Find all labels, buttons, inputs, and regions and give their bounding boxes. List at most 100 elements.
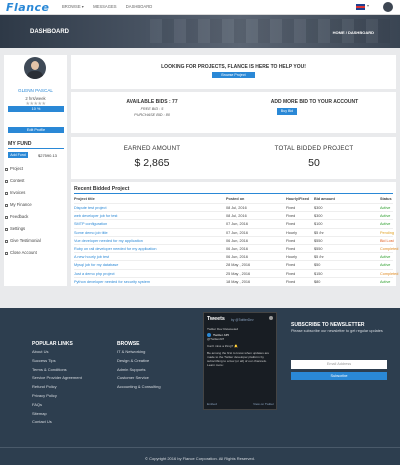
footer-link[interactable]: Accounting & Consulting [117,383,161,392]
footer-link[interactable]: IT & Networking [117,348,161,357]
header-type: Hourly/Fixed [286,197,309,201]
header-posted: Posted on [226,197,245,201]
language-flag-icon[interactable] [356,4,365,10]
twitter-widget[interactable]: Tweets by @TwitterDev Twitter Dev Retwee… [203,312,277,410]
sidebar-item-testimonial[interactable]: Give Testimonial [5,235,65,247]
bid-amount: $150 [314,271,323,276]
status-badge: Active [380,222,391,227]
embed-link[interactable]: Embed [207,402,217,406]
bid-amount: $5 /hr [314,230,324,235]
bid-amount: $5 /hr [314,255,324,260]
sidebar-item-close-account[interactable]: Close Account [5,247,65,259]
looking-for-projects-panel: LOOKING FOR PROJECTS, FLANCE IS HERE TO … [71,55,396,89]
table-header: Project title Posted on Hourly/Fixed Bid… [74,195,393,203]
table-row[interactable]: Just a demo php project 25 May , 2016 Fixe… [74,268,398,277]
status-badge: Active [380,214,391,219]
footer-link[interactable]: Service Provider Agreement [32,374,82,383]
profile-progress-bar: 10 % [8,106,64,112]
project-title-link[interactable]: Vue developer needed for my application [74,239,143,243]
sidebar-item-feedback[interactable]: Feedback [5,211,65,223]
edit-profile-button[interactable]: Edit Profile [8,127,64,133]
table-title: Recent Bidded Project [74,186,130,192]
divider [74,193,393,194]
add-fund-button[interactable]: Add Fund [8,152,28,158]
popular-links-list: About Us Success Tips Terms & Conditions… [32,348,82,427]
footer-link[interactable]: Refund Policy [32,383,82,392]
project-title-link[interactable]: Python developer needed for security sys… [74,280,150,284]
footer-link[interactable]: Design & Creative [117,357,161,366]
footer-link[interactable]: Contact Us [32,418,82,427]
testimonial-icon [5,239,8,243]
bid-amount: $80 [314,279,321,284]
project-title-link[interactable]: Some demo job title [74,231,108,235]
table-row[interactable]: web developer job for test 08 Jul, 2016 Fi… [74,211,393,219]
table-row[interactable]: Mysql job for my database 28 May , 2016 Fi… [74,260,393,268]
tweet-content: Twitter Dev Retweeted Twitter API @Twitt… [207,327,274,368]
table-row[interactable]: Dispute test project 08 Jul, 2016 Fixed $30… [74,203,393,211]
project-title-link[interactable]: SMTP configuration [74,222,107,226]
bidded-project-value: 50 [308,157,320,169]
table-row[interactable]: Ruby on rail developer needed for my app… [74,244,398,252]
table-row[interactable]: Some demo job title 07 Jun, 2016 Hourly $5 … [74,227,394,236]
bids-panel: AVAILABLE BIDS : 77 FREE BID : 5 PURCHAS… [71,92,396,133]
info-icon[interactable] [269,316,273,320]
invoice-icon [5,191,8,195]
footer-link[interactable]: Admin Supports [117,366,161,375]
browse-heading: BROWSE [117,341,140,347]
sidebar-item-finance[interactable]: My Finance [5,199,65,211]
project-title-link[interactable]: A new hourly job test [74,255,109,259]
project-icon [5,167,8,171]
footer-link[interactable]: FAQs [32,401,82,410]
breadcrumb[interactable]: HOME / DASHBOARD [333,30,374,35]
project-title-link[interactable]: web developer job for test [74,214,117,218]
email-field[interactable]: Email Address [291,360,387,369]
tweets-by[interactable]: by @TwitterDev [231,318,254,322]
nav-dashboard[interactable]: DASHBOARD [126,4,153,9]
table-row[interactable]: Python developer needed for security sys… [74,276,393,285]
subscribe-button[interactable]: Subscribe [291,372,387,380]
project-title-link[interactable]: Just a demo php project [74,272,115,276]
table-row[interactable]: A new hourly job test 06 Jun, 2016 Hourly $… [74,252,393,260]
table-row[interactable]: Vue developer needed for my application 0… [74,235,394,244]
buy-bid-button[interactable]: Buy Bid [277,108,297,115]
top-navbar: Flance BROWSE ▾ MESSAGES DASHBOARD ▾ [0,0,400,15]
user-avatar[interactable] [383,2,393,12]
header-status: Status [380,197,392,201]
my-fund-heading: MY FUND [8,141,32,147]
footer-link[interactable]: Terms & Conditions [32,366,82,375]
tweets-title: Tweets [207,316,225,322]
posted-date: 06 Jun, 2016 [226,238,248,243]
tweets-footer: Embed View on Twitter [207,402,274,406]
footer-link[interactable]: Privacy Policy [32,392,82,401]
available-bids-count: AVAILABLE BIDS : 77 [126,99,178,105]
browse-project-button[interactable]: Browse Project [212,72,255,78]
project-type: Fixed [286,214,296,219]
chevron-down-icon[interactable]: ▾ [367,3,369,8]
nav-messages[interactable]: MESSAGES [93,4,117,9]
status-badge: Bid Lost [380,238,394,243]
footer-link[interactable]: Sitemap [32,410,82,419]
view-on-twitter-link[interactable]: View on Twitter [253,402,274,406]
bid-amount: $550 [314,247,323,251]
footer-link[interactable]: Customer Service [117,374,161,383]
project-type: Fixed [286,222,296,227]
sidebar-item-project[interactable]: Project [5,163,65,175]
nav-browse[interactable]: BROWSE ▾ [62,4,84,9]
table-row[interactable]: SMTP configuration 07 Jun, 2016 Fixed $100 A… [74,219,393,227]
free-bids: FREE BID : 5 [140,107,164,111]
tweet-learn[interactable]: Learn more: [207,363,274,367]
flance-logo[interactable]: Flance [6,1,50,14]
sidebar-item-settings[interactable]: Settings [5,223,65,235]
profile-name[interactable]: GLENN PASCAL [4,88,67,93]
sidebar-item-invoices[interactable]: Invoices [5,187,65,199]
footer-link[interactable]: About Us [32,348,82,357]
project-title-link[interactable]: Dispute test project [74,206,107,210]
project-title-link[interactable]: Mysql job for my database [74,263,118,267]
posted-date: 25 May , 2016 [226,271,251,276]
sidebar-item-contest[interactable]: Contest [5,175,65,187]
site-footer: POPULAR LINKS About Us Success Tips Term… [0,308,400,465]
profile-avatar [24,57,46,79]
footer-link[interactable]: Success Tips [32,357,82,366]
project-type: Fixed [286,247,296,251]
project-title-link[interactable]: Ruby on rail developer needed for my app… [74,247,157,251]
